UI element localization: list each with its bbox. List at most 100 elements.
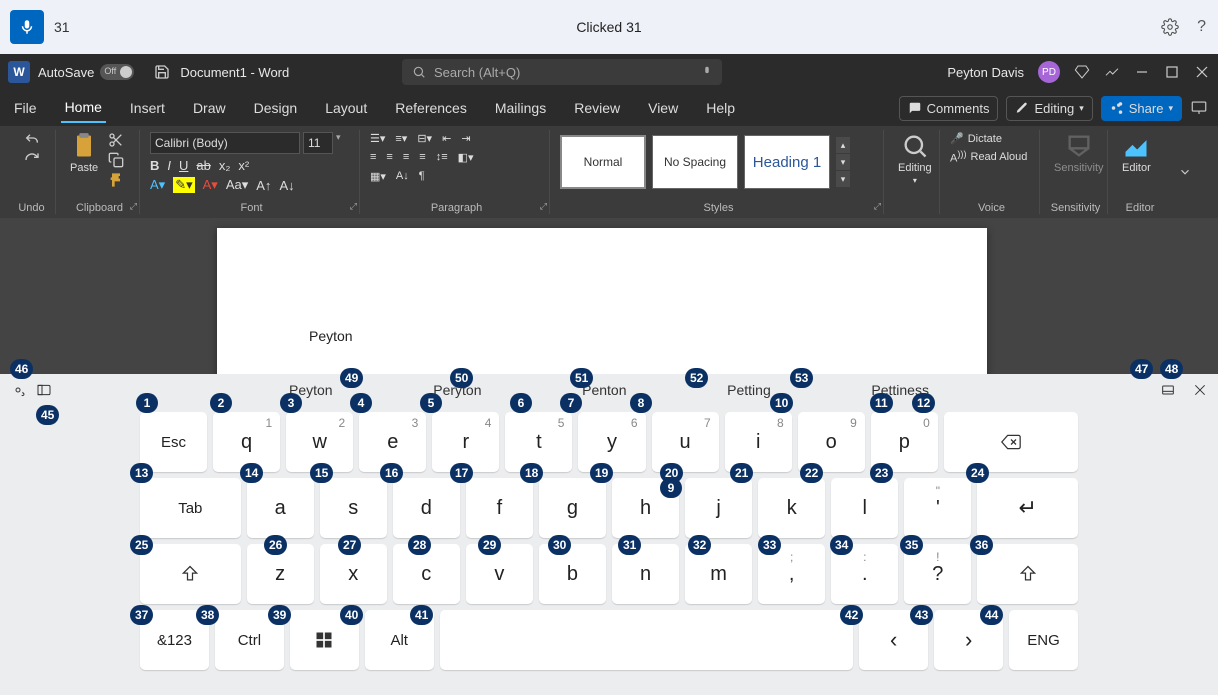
paragraph-dialog-launcher[interactable]: ⤢: [540, 201, 547, 212]
key-t[interactable]: 5t: [505, 412, 572, 472]
font-color-button[interactable]: A▾: [203, 177, 218, 193]
clipboard-dialog-launcher[interactable]: ⤢: [130, 201, 137, 212]
key-s[interactable]: s: [320, 478, 387, 538]
mic-button[interactable]: [10, 10, 44, 44]
cut-icon[interactable]: [108, 132, 124, 148]
justify-button[interactable]: ≡: [419, 151, 425, 164]
search-mic-icon[interactable]: [700, 65, 714, 79]
collapse-ribbon-icon[interactable]: [1172, 165, 1198, 179]
key-esc[interactable]: Esc: [140, 412, 207, 472]
key-shift-right[interactable]: [977, 544, 1078, 604]
key-k[interactable]: k: [758, 478, 825, 538]
style-normal[interactable]: Normal: [560, 135, 646, 189]
key-space[interactable]: [440, 610, 854, 670]
sort-button[interactable]: A↓: [396, 170, 409, 183]
tab-draw[interactable]: Draw: [189, 94, 230, 122]
osk-close-icon[interactable]: [1192, 382, 1208, 398]
key-f[interactable]: f: [466, 478, 533, 538]
key-backspace[interactable]: [944, 412, 1078, 472]
increase-indent-button[interactable]: ⇥: [461, 132, 470, 145]
italic-button[interactable]: I: [167, 158, 171, 173]
key-v[interactable]: v: [466, 544, 533, 604]
key-l[interactable]: l: [831, 478, 898, 538]
subscript-button[interactable]: x₂: [219, 158, 231, 173]
save-icon[interactable]: [154, 64, 170, 80]
decrease-indent-button[interactable]: ⇤: [442, 132, 451, 145]
show-marks-button[interactable]: ¶: [419, 170, 425, 183]
style-no-spacing[interactable]: No Spacing: [652, 135, 738, 189]
numbering-button[interactable]: ≡▾: [395, 132, 407, 145]
tab-home[interactable]: Home: [61, 93, 106, 123]
format-painter-icon[interactable]: [108, 172, 124, 188]
tab-design[interactable]: Design: [250, 94, 302, 122]
styles-more[interactable]: ▾: [836, 171, 850, 187]
highlight-button[interactable]: ✎▾: [173, 177, 194, 193]
key-d[interactable]: d: [393, 478, 460, 538]
text-effects-button[interactable]: A▾: [150, 177, 165, 193]
shrink-font-button[interactable]: A↓: [279, 178, 294, 193]
share-button[interactable]: Share▾: [1101, 96, 1182, 121]
copy-icon[interactable]: [108, 152, 124, 168]
multilevel-button[interactable]: ⊟▾: [417, 132, 432, 145]
align-center-button[interactable]: ≡: [386, 151, 392, 164]
coming-soon-icon[interactable]: [1104, 64, 1120, 80]
grow-font-button[interactable]: A↑: [256, 178, 271, 193]
tab-help[interactable]: Help: [702, 94, 739, 122]
style-heading-1[interactable]: Heading 1: [744, 135, 830, 189]
key-a[interactable]: a: [247, 478, 314, 538]
key-lang[interactable]: ENG: [1009, 610, 1078, 670]
shading-button[interactable]: ◧▾: [458, 151, 474, 164]
font-dialog-launcher[interactable]: ⤢: [350, 201, 357, 212]
help-icon[interactable]: ?: [1197, 18, 1206, 36]
undo-icon[interactable]: [22, 132, 42, 148]
sensitivity-button[interactable]: Sensitivity: [1050, 132, 1108, 174]
tab-view[interactable]: View: [644, 94, 682, 122]
font-name-select[interactable]: [150, 132, 300, 154]
tab-references[interactable]: References: [391, 94, 471, 122]
bold-button[interactable]: B: [150, 158, 159, 173]
suggestion-4[interactable]: Petting: [727, 382, 771, 398]
search-box[interactable]: Search (Alt+Q): [402, 59, 722, 85]
styles-up[interactable]: ▴: [836, 137, 850, 153]
user-avatar[interactable]: PD: [1038, 61, 1060, 83]
styles-down[interactable]: ▾: [836, 154, 850, 170]
tab-mailings[interactable]: Mailings: [491, 94, 550, 122]
minimize-button[interactable]: [1134, 64, 1150, 80]
maximize-button[interactable]: [1164, 64, 1180, 80]
settings-icon[interactable]: [1161, 18, 1179, 36]
read-aloud-button[interactable]: A)))Read Aloud: [950, 149, 1027, 165]
font-size-select[interactable]: [303, 132, 333, 154]
osk-dock-icon[interactable]: [1160, 382, 1176, 398]
align-left-button[interactable]: ≡: [370, 151, 376, 164]
key-apostrophe[interactable]: "': [904, 478, 971, 538]
editing-mode-button[interactable]: Editing▾: [1006, 96, 1092, 121]
comments-button[interactable]: Comments: [899, 96, 999, 121]
key-y[interactable]: 6y: [578, 412, 645, 472]
align-right-button[interactable]: ≡: [403, 151, 409, 164]
tab-layout[interactable]: Layout: [321, 94, 371, 122]
bullets-button[interactable]: ☰▾: [370, 132, 385, 145]
key-tab[interactable]: Tab: [140, 478, 241, 538]
key-shift-left[interactable]: [140, 544, 241, 604]
paste-button[interactable]: Paste: [66, 132, 102, 174]
redo-icon[interactable]: [23, 152, 41, 168]
diamond-icon[interactable]: [1074, 64, 1090, 80]
osk-settings-icon[interactable]: [10, 382, 26, 398]
borders-button[interactable]: ▦▾: [370, 170, 386, 183]
tab-file[interactable]: File: [10, 94, 41, 122]
osk-layout-icon[interactable]: [36, 382, 52, 398]
key-j[interactable]: j: [685, 478, 752, 538]
present-icon[interactable]: [1190, 99, 1208, 117]
tab-insert[interactable]: Insert: [126, 94, 169, 122]
dictate-button[interactable]: 🎤Dictate: [950, 132, 1002, 145]
editor-button[interactable]: Editor: [1118, 132, 1155, 174]
key-u[interactable]: 7u: [652, 412, 719, 472]
autosave-toggle[interactable]: Off: [100, 64, 134, 80]
key-enter[interactable]: ↵: [977, 478, 1078, 538]
tab-review[interactable]: Review: [570, 94, 624, 122]
change-case-button[interactable]: Aa▾: [226, 177, 248, 193]
key-g[interactable]: g: [539, 478, 606, 538]
close-button[interactable]: [1194, 64, 1210, 80]
superscript-button[interactable]: x²: [238, 158, 249, 173]
key-b[interactable]: b: [539, 544, 606, 604]
